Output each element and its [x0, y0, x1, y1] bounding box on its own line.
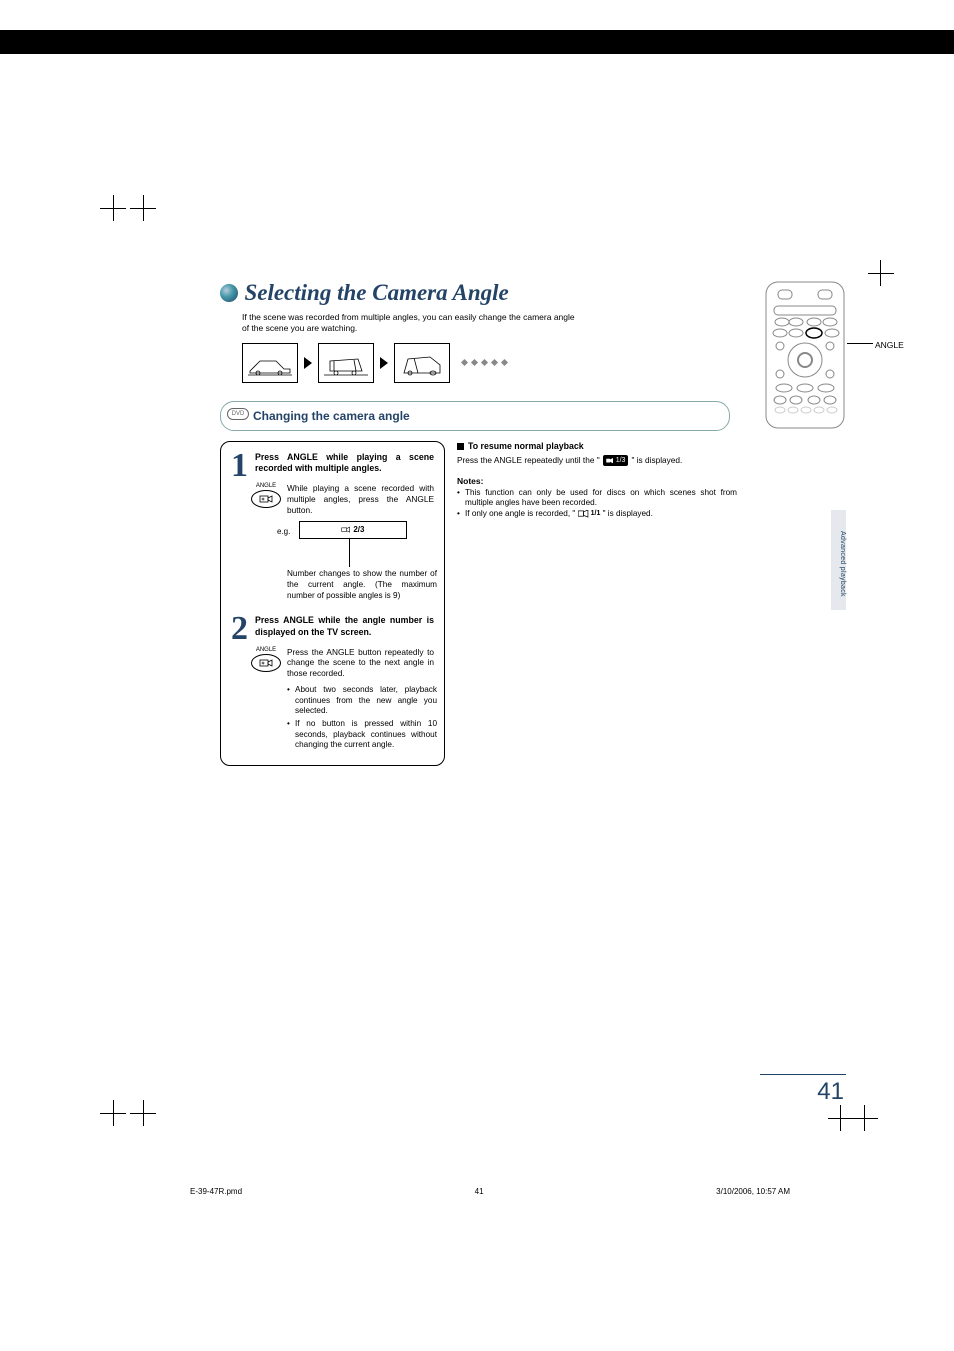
step-number: 1	[231, 452, 251, 479]
bullet-item: About two seconds later, playback contin…	[287, 685, 437, 717]
step-1: 1 Press ANGLE while playing a scene reco…	[231, 452, 434, 602]
square-bullet-icon	[457, 443, 464, 450]
step-number: 2	[231, 615, 251, 642]
camera-angle-inline-icon: 1/1	[578, 509, 601, 518]
camera-icon	[259, 658, 273, 668]
osd-display-box: 2/3	[299, 521, 407, 539]
page-number: 41	[817, 1078, 844, 1106]
dvd-pill-icon: DVD	[227, 408, 249, 420]
crop-mark	[130, 1100, 156, 1126]
osd-pill-value: 1/3	[616, 456, 626, 465]
step-description: Press the ANGLE button repeatedly to cha…	[287, 647, 434, 679]
angle-button-diagram: ANGLE	[251, 647, 281, 679]
diamond-icon	[461, 359, 468, 366]
notes-heading: Notes:	[457, 476, 737, 487]
crop-mark	[100, 1100, 126, 1126]
angle-illustration-row	[242, 343, 840, 383]
example-label: e.g.	[277, 527, 290, 536]
footer-page: 41	[475, 1187, 484, 1196]
crop-mark	[130, 195, 156, 221]
resume-body: Press the ANGLE repeatedly until the " 1…	[457, 455, 737, 466]
step-caption: Number changes to show the number of the…	[287, 569, 437, 601]
header-blackbar	[0, 30, 954, 54]
angle-frame-1	[242, 343, 298, 383]
angle-button-label: ANGLE	[251, 647, 281, 653]
resume-text-b: " is displayed.	[631, 455, 682, 466]
arrow-right-icon	[304, 357, 312, 369]
osd-value: 2/3	[353, 525, 364, 534]
bullet-item: If no button is pressed within 10 second…	[287, 719, 437, 751]
step-bullets: About two seconds later, playback contin…	[287, 685, 437, 751]
angle-button-diagram: ANGLE	[251, 483, 281, 515]
note-item: If only one angle is recorded, " 1/1 " i…	[457, 509, 737, 520]
angle-button-label: ANGLE	[251, 483, 281, 489]
angle-frame-3	[394, 343, 450, 383]
remote-diagram	[760, 280, 850, 435]
subsection-header: DVD Changing the camera angle	[220, 401, 730, 431]
camera-angle-icon	[341, 526, 351, 534]
step-2: 2 Press ANGLE while the angle number is …	[231, 615, 434, 750]
inline-icon-value: 1/1	[591, 509, 601, 518]
note-item: This function can only be used for discs…	[457, 488, 737, 509]
steps-panel: 1 Press ANGLE while playing a scene reco…	[220, 441, 445, 766]
step-heading: Press ANGLE while the angle number is di…	[255, 615, 434, 642]
section-heading: Selecting the Camera Angle	[220, 280, 840, 306]
angle-frame-2	[318, 343, 374, 383]
footer-date: 3/10/2006, 10:57 AM	[716, 1187, 790, 1196]
page-title: Selecting the Camera Angle	[244, 280, 508, 306]
remote-angle-label: ANGLE	[875, 340, 904, 350]
resume-heading: To resume normal playback	[457, 441, 737, 453]
camera-icon	[259, 494, 273, 504]
label-leader-line	[847, 343, 873, 344]
notes-list: This function can only be used for discs…	[457, 488, 737, 520]
page-number-rule	[760, 1074, 846, 1075]
footer-file: E-39-47R.pmd	[190, 1187, 242, 1196]
step-heading: Press ANGLE while playing a scene record…	[255, 452, 434, 479]
crop-mark	[828, 1105, 854, 1131]
subsection-title: Changing the camera angle	[253, 409, 410, 423]
pointer-line	[329, 539, 434, 567]
crop-mark	[868, 260, 894, 286]
side-tab: Advanced playback	[831, 510, 846, 610]
resume-heading-text: To resume normal playback	[468, 441, 584, 453]
crop-mark	[852, 1105, 878, 1131]
diamond-icon	[501, 359, 508, 366]
intro-text: If the scene was recorded from multiple …	[242, 312, 582, 335]
step-description: While playing a scene recorded with mult…	[287, 483, 434, 515]
osd-pill-icon: 1/3	[603, 455, 629, 466]
diamond-icon	[481, 359, 488, 366]
note-text-b: " is displayed.	[603, 509, 653, 518]
resume-text-a: Press the ANGLE repeatedly until the "	[457, 455, 600, 466]
notes-column: To resume normal playback Press the ANGL…	[457, 441, 737, 766]
note-text-a: If only one angle is recorded, "	[465, 509, 575, 518]
diamond-icon	[491, 359, 498, 366]
diamond-icon	[471, 359, 478, 366]
title-bullet-icon	[220, 284, 238, 302]
crop-mark	[100, 195, 126, 221]
footer: E-39-47R.pmd 41 3/10/2006, 10:57 AM	[190, 1187, 790, 1196]
arrow-right-icon	[380, 357, 388, 369]
